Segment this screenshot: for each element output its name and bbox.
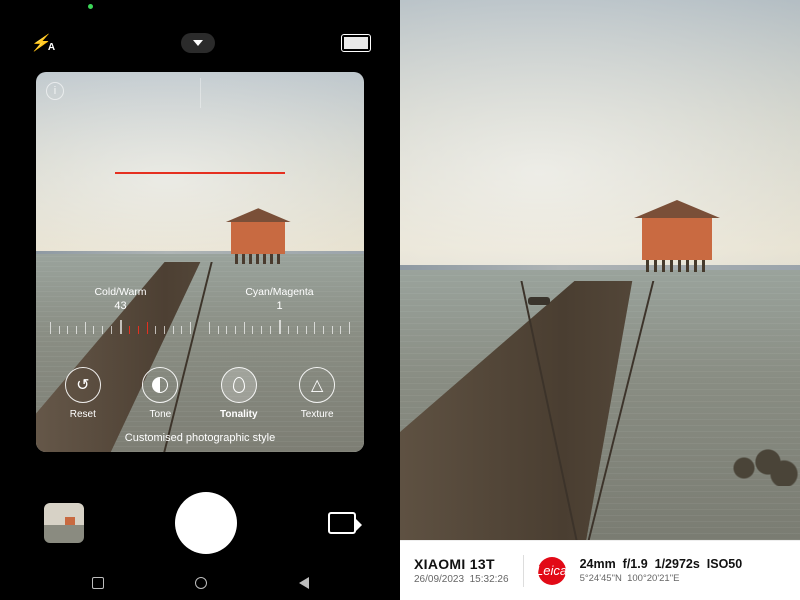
slider-value: 1	[209, 300, 350, 312]
camera-app: ⚡A i Cold/Warm 43	[0, 0, 400, 600]
grid-centerline	[200, 78, 201, 108]
photo-metadata-bar: XIAOMI 13T 26/09/2023 15:32:26 Leica 24m…	[400, 540, 800, 600]
slider-ticks[interactable]	[50, 318, 191, 334]
gallery-thumbnail[interactable]	[44, 503, 84, 543]
result-panel: XIAOMI 13T 26/09/2023 15:32:26 Leica 24m…	[400, 0, 800, 600]
settings-expand-button[interactable]	[181, 33, 215, 53]
flash-mode-label: A	[48, 42, 53, 53]
result-photo	[400, 0, 800, 540]
reset-icon: ↺	[76, 375, 89, 395]
meta-divider	[523, 555, 524, 587]
info-icon[interactable]: i	[46, 82, 64, 100]
video-mode-toggle[interactable]	[328, 512, 356, 534]
cold-warm-slider[interactable]: Cold/Warm 43	[50, 286, 191, 334]
camera-bottombar	[0, 492, 400, 554]
tonality-sliders: Cold/Warm 43 Cyan/Magenta 1	[36, 286, 364, 334]
flash-icon: ⚡	[30, 35, 48, 52]
gps-coords: 5°24'45"N 100°20'21"E	[580, 573, 743, 584]
style-caption: Customised photographic style	[36, 432, 364, 444]
shutter-button[interactable]	[175, 492, 237, 554]
texture-icon: △	[311, 375, 323, 395]
slider-label: Cyan/Magenta	[209, 286, 350, 298]
nav-recent-icon[interactable]	[92, 577, 104, 589]
flash-toggle[interactable]: ⚡A	[30, 33, 53, 53]
camera-topbar: ⚡A	[0, 28, 400, 58]
leica-logo: Leica	[538, 557, 566, 585]
tone-tool[interactable]: Tone	[142, 367, 178, 420]
nav-home-icon[interactable]	[195, 577, 207, 589]
tonality-tool[interactable]: Tonality	[220, 367, 258, 420]
reset-tool[interactable]: ↺ Reset	[65, 367, 101, 420]
camera-active-indicator	[88, 4, 93, 9]
tone-icon	[152, 377, 168, 393]
nav-back-icon[interactable]	[299, 577, 309, 589]
capture-datetime: 26/09/2023 15:32:26	[414, 574, 509, 585]
exif-summary: 24mm f/1.9 1/2972s ISO50	[580, 557, 743, 571]
tonality-icon	[233, 377, 245, 393]
leica-mode-badge[interactable]	[342, 35, 370, 51]
texture-tool[interactable]: △ Texture	[299, 367, 335, 420]
cyan-magenta-slider[interactable]: Cyan/Magenta 1	[209, 286, 350, 334]
slider-ticks[interactable]	[209, 318, 350, 334]
horizon-level-indicator	[115, 172, 286, 174]
viewfinder[interactable]: i Cold/Warm 43 Cyan/Magenta 1	[36, 72, 364, 452]
style-tools-row: ↺ Reset Tone Tonality △ Texture	[36, 367, 364, 420]
slider-label: Cold/Warm	[50, 286, 191, 298]
device-name: XIAOMI 13T	[414, 556, 509, 572]
android-navbar	[0, 572, 400, 594]
slider-value: 43	[50, 300, 191, 312]
chevron-down-icon	[193, 40, 203, 46]
